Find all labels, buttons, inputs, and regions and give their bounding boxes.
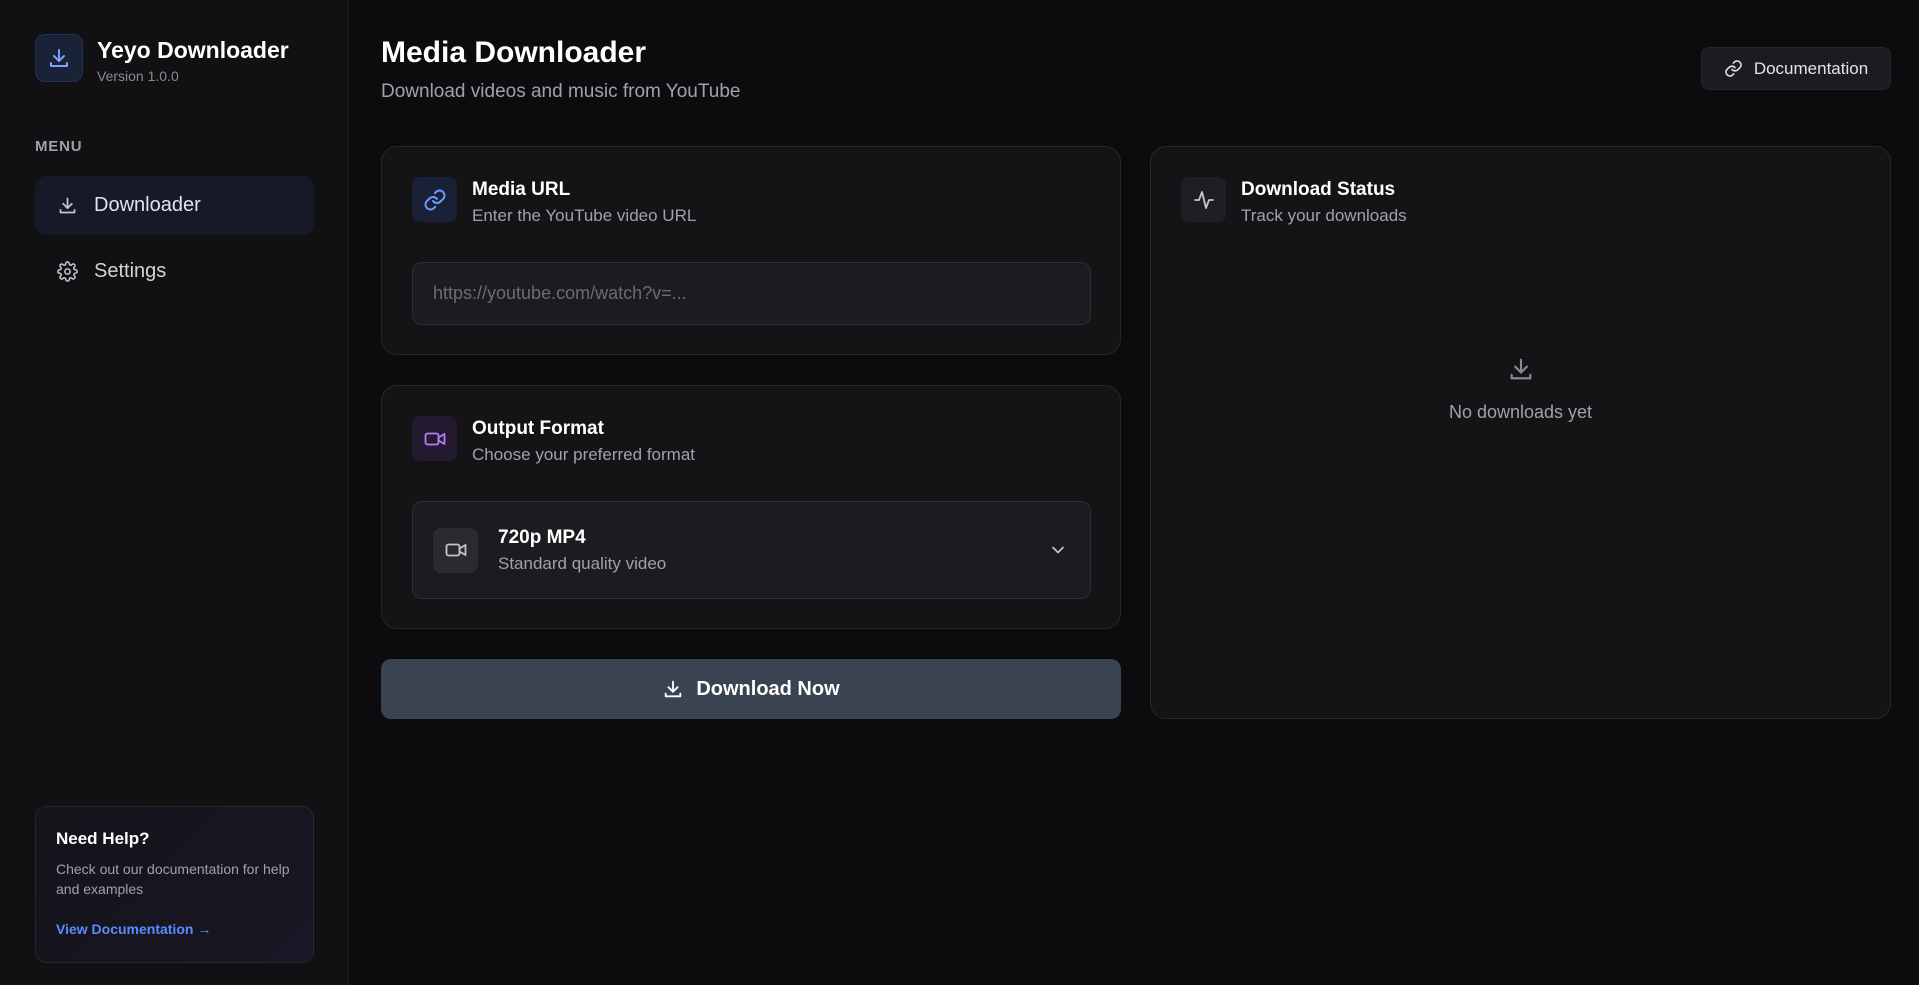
- sidebar-item-label: Downloader: [94, 194, 201, 216]
- sidebar-item-settings[interactable]: Settings: [35, 242, 314, 301]
- download-icon: [56, 195, 78, 217]
- download-icon: [1507, 355, 1535, 388]
- sidebar: Yeyo Downloader Version 1.0.0 MENU Downl…: [0, 0, 349, 985]
- gear-icon: [56, 261, 78, 283]
- video-camera-icon: [412, 416, 457, 461]
- media-url-subtitle: Enter the YouTube video URL: [472, 206, 697, 225]
- app-root: Yeyo Downloader Version 1.0.0 MENU Downl…: [0, 0, 1919, 985]
- output-format-subtitle: Choose your preferred format: [472, 445, 695, 464]
- download-status-title: Download Status: [1241, 179, 1396, 200]
- format-select[interactable]: 720p MP4 Standard quality video: [412, 501, 1091, 599]
- brand-version: Version 1.0.0: [97, 68, 179, 84]
- download-icon: [662, 678, 684, 700]
- download-status-card: Download Status Track your downloads No …: [1150, 146, 1891, 719]
- empty-state: No downloads yet: [1151, 355, 1890, 423]
- activity-icon: [1181, 177, 1226, 222]
- brand: Yeyo Downloader Version 1.0.0: [35, 34, 289, 84]
- empty-state-text: No downloads yet: [1448, 402, 1593, 422]
- brand-title: Yeyo Downloader: [97, 37, 289, 63]
- main-content: Media Downloader Download videos and mus…: [349, 0, 1919, 985]
- format-selected-name: 720p MP4: [498, 526, 586, 548]
- help-text: Check out our documentation for help and…: [56, 861, 290, 897]
- format-selected-desc: Standard quality video: [498, 553, 667, 573]
- download-status-subtitle: Track your downloads: [1241, 206, 1407, 225]
- page-subtitle: Download videos and music from YouTube: [381, 81, 741, 102]
- view-documentation-link[interactable]: View Documentation →: [56, 921, 293, 937]
- documentation-button-label: Documentation: [1753, 58, 1869, 78]
- page-title: Media Downloader: [381, 36, 647, 69]
- output-format-card: Output Format Choose your preferred form…: [381, 385, 1121, 629]
- media-url-card: Media URL Enter the YouTube video URL: [381, 146, 1121, 355]
- link-icon: [412, 177, 457, 222]
- documentation-button[interactable]: Documentation: [1701, 47, 1891, 90]
- media-url-input[interactable]: [412, 262, 1091, 325]
- download-now-button[interactable]: Download Now: [381, 659, 1121, 719]
- download-now-label: Download Now: [696, 677, 840, 700]
- link-icon: [1724, 59, 1743, 78]
- media-url-title: Media URL: [472, 179, 571, 200]
- brand-download-icon: [35, 34, 83, 82]
- help-title: Need Help?: [56, 829, 150, 848]
- output-format-title: Output Format: [472, 418, 604, 439]
- menu-label: MENU: [35, 138, 83, 155]
- sidebar-item-label: Settings: [94, 260, 167, 282]
- video-camera-icon: [433, 527, 478, 573]
- help-card: Need Help? Check out our documentation f…: [35, 806, 314, 963]
- chevron-down-icon: [1048, 540, 1068, 560]
- sidebar-item-downloader[interactable]: Downloader: [35, 176, 314, 235]
